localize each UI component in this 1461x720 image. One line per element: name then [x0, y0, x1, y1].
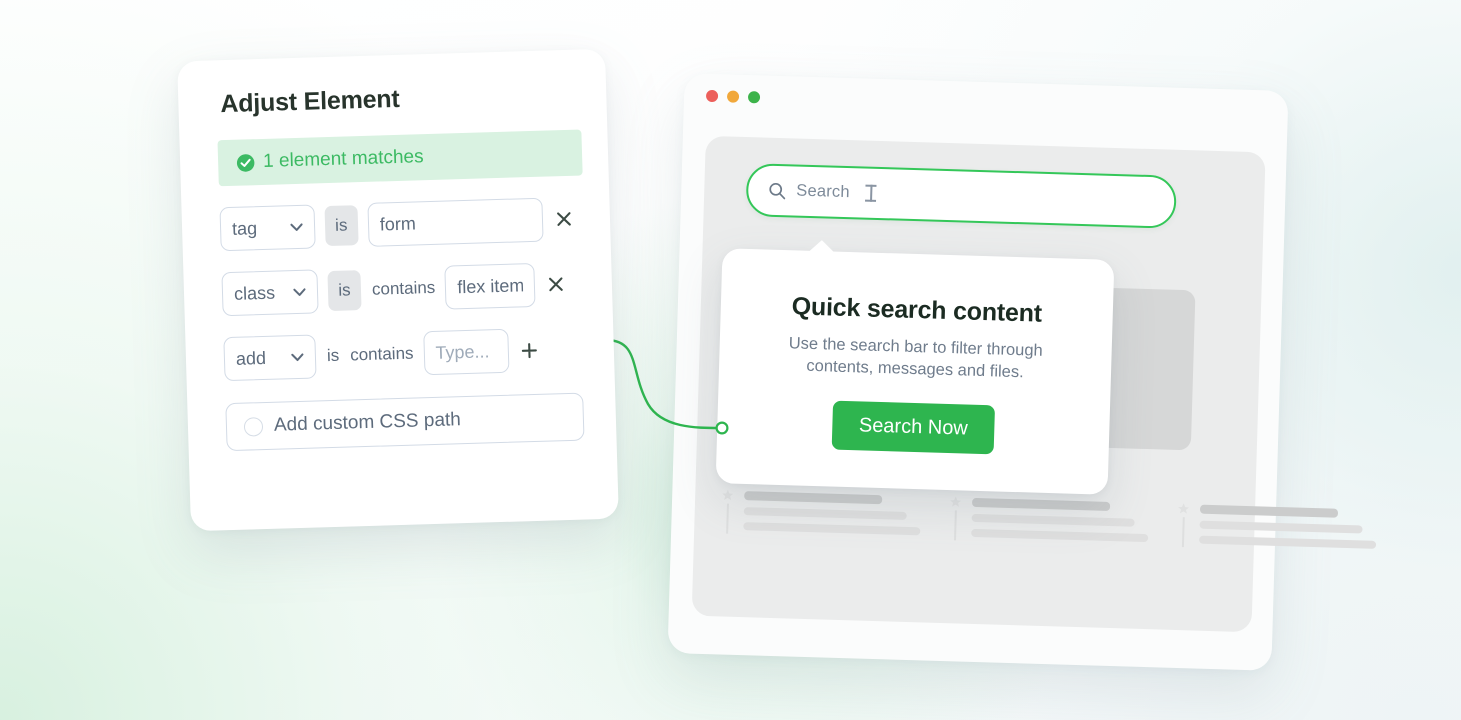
add-rule-button[interactable]: [519, 341, 539, 359]
chevron-down-icon: [276, 222, 303, 232]
remove-rule-button-tag[interactable]: [554, 211, 574, 228]
item-marker: [720, 486, 735, 536]
rule-operator-is[interactable]: is: [324, 205, 359, 247]
browser-titlebar: [683, 73, 1288, 137]
rule-operator-contains[interactable]: contains: [372, 278, 436, 300]
item-marker: [1176, 500, 1191, 550]
operator-label: is: [338, 280, 351, 300]
star-icon: [950, 496, 962, 507]
rule-attribute-select-tag[interactable]: tag: [219, 204, 316, 252]
close-icon: [557, 212, 571, 226]
rule-operator-is[interactable]: is: [327, 270, 362, 312]
close-icon: [549, 277, 564, 292]
star-icon: [1178, 503, 1189, 514]
rule-value-input-class[interactable]: [444, 262, 536, 310]
screenshot-stage: Search Quick search content Use the sear…: [0, 0, 1461, 720]
plus-icon: [521, 342, 537, 358]
status-badge: 1 element matches: [262, 146, 424, 172]
rule-attribute-select-class[interactable]: class: [221, 269, 319, 317]
rule-row: add is contains: [223, 327, 578, 382]
remove-rule-button-class[interactable]: [546, 276, 566, 293]
text-caret-icon: [865, 184, 876, 202]
window-close-dot[interactable]: [705, 89, 719, 103]
select-value: class: [233, 282, 276, 304]
operator-label: is: [334, 215, 348, 235]
search-icon: [768, 181, 787, 200]
add-custom-css-path-option[interactable]: Add custom CSS path: [225, 392, 585, 452]
tooltip-title: Quick search content: [791, 292, 1043, 328]
rule-attribute-select-add[interactable]: add: [223, 334, 317, 382]
rule-row: class is contains: [221, 262, 576, 317]
search-now-button[interactable]: Search Now: [831, 400, 996, 454]
rule-value-input-add[interactable]: [422, 328, 510, 376]
page-title: Adjust Element: [219, 84, 400, 119]
search-placeholder-text: Search: [796, 181, 851, 202]
select-value: tag: [231, 217, 258, 239]
chevron-down-icon: [279, 287, 306, 297]
rule-value-input-tag[interactable]: [367, 197, 544, 247]
window-minimize-dot[interactable]: [726, 90, 740, 103]
list-item: [1176, 500, 1377, 556]
window-traffic-lights: [705, 89, 761, 104]
chevron-down-icon: [277, 352, 304, 362]
match-status-banner: 1 element matches: [217, 129, 583, 187]
list-item: [948, 493, 1149, 549]
item-marker: [948, 493, 963, 543]
adjust-element-panel: Adjust Element 1 element matches tag is: [177, 48, 619, 532]
connector-endpoint-end[interactable]: [715, 421, 729, 435]
rule-operator-contains[interactable]: contains: [350, 344, 414, 366]
radio-button-icon[interactable]: [243, 416, 264, 437]
check-circle-icon: [236, 153, 255, 172]
rule-row: tag is: [219, 197, 574, 252]
rule-operator-is[interactable]: is: [327, 346, 340, 366]
tooltip-body-text: Use the search bar to filter through con…: [788, 334, 1043, 381]
list-item: [720, 486, 921, 542]
quick-search-tooltip: Quick search content Use the search bar …: [715, 248, 1115, 495]
select-value: add: [235, 347, 267, 369]
window-maximize-dot[interactable]: [747, 91, 761, 104]
star-icon: [722, 489, 734, 501]
search-input-wrapper[interactable]: Search: [745, 163, 1177, 229]
css-path-label: Add custom CSS path: [273, 409, 462, 436]
skeleton-content-list: [720, 486, 1377, 552]
